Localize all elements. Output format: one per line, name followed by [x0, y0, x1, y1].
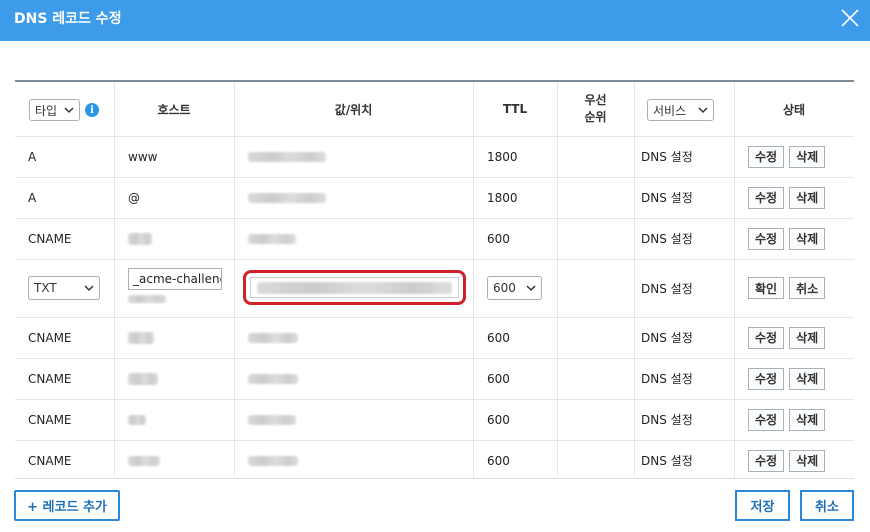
chevron-down-icon	[84, 285, 94, 292]
record-actions: 수정 삭제	[748, 440, 826, 481]
dialog-titlebar: DNS 레코드 수정	[0, 0, 870, 41]
header-ttl: TTL	[502, 102, 528, 116]
record-service: DNS 설정	[641, 281, 693, 296]
record-type: A	[28, 190, 37, 205]
save-button[interactable]: 저장	[735, 490, 790, 521]
record-host-redacted	[128, 218, 152, 259]
record-actions: 수정 삭제	[748, 317, 826, 358]
cancel-edit-button[interactable]: 취소	[789, 277, 826, 299]
record-type: CNAME	[28, 371, 72, 386]
record-actions: 수정 삭제	[748, 177, 826, 218]
host-cell: _acme-challenge	[128, 268, 222, 303]
delete-button[interactable]: 삭제	[789, 326, 826, 349]
chevron-down-icon	[64, 107, 74, 114]
ttl-select[interactable]: 600	[487, 276, 542, 300]
value-input-redacted	[257, 281, 452, 294]
edit-button[interactable]: 수정	[748, 186, 785, 209]
edit-button[interactable]: 수정	[748, 227, 785, 250]
edit-button[interactable]: 수정	[748, 408, 785, 431]
type-filter-label: 타입	[35, 103, 58, 118]
record-value-redacted	[248, 317, 298, 358]
header-status: 상태	[782, 102, 806, 117]
record-service: DNS 설정	[641, 372, 693, 386]
type-cell: TXT	[28, 259, 100, 317]
ttl-select-value: 600	[493, 281, 516, 295]
delete-button[interactable]: 삭제	[789, 227, 826, 250]
dialog-title: DNS 레코드 수정	[14, 11, 122, 27]
record-service: DNS 설정	[641, 413, 693, 427]
record-value-redacted	[248, 218, 296, 259]
record-actions: 수정 삭제	[748, 136, 826, 177]
header-priority-line2: 순위	[584, 110, 607, 124]
close-icon[interactable]	[838, 6, 862, 30]
chevron-down-icon	[698, 107, 708, 114]
value-input[interactable]	[250, 277, 459, 298]
record-service: DNS 설정	[641, 232, 693, 246]
record-ttl: 600	[487, 231, 510, 246]
record-actions: 수정 삭제	[748, 218, 826, 259]
record-service: DNS 설정	[641, 454, 693, 468]
record-type-select-value: TXT	[34, 281, 57, 295]
record-actions: 수정 삭제	[748, 358, 826, 399]
record-host-redacted	[128, 358, 158, 399]
service-filter-select[interactable]: 서비스	[647, 99, 714, 121]
record-value-redacted	[248, 358, 298, 399]
record-type: CNAME	[28, 231, 72, 246]
info-icon[interactable]: i	[85, 103, 99, 117]
record-host: www	[128, 149, 158, 164]
type-filter-select[interactable]: 타입	[29, 99, 80, 121]
record-service: DNS 설정	[641, 191, 693, 205]
record-host-redacted	[128, 440, 160, 481]
record-ttl: 600	[487, 453, 510, 468]
type-filter-cell: 타입 i	[29, 98, 99, 122]
record-ttl: 600	[487, 330, 510, 345]
record-value-redacted	[248, 440, 298, 481]
record-host-redacted	[128, 317, 154, 358]
edit-button[interactable]: 수정	[748, 367, 785, 390]
cancel-button[interactable]: 취소	[800, 490, 854, 521]
header-value: 값/위치	[334, 102, 373, 117]
host-input[interactable]: _acme-challenge	[128, 268, 222, 290]
service-filter-cell: 서비스	[647, 98, 714, 122]
ttl-cell: 600	[487, 259, 542, 317]
record-ttl: 1800	[487, 190, 518, 205]
confirm-button[interactable]: 확인	[748, 277, 785, 299]
header-host: 호스트	[157, 102, 191, 117]
delete-button[interactable]: 삭제	[789, 186, 826, 209]
record-type: A	[28, 149, 37, 164]
chevron-down-icon	[526, 285, 536, 292]
record-value-redacted	[248, 399, 296, 440]
delete-button[interactable]: 삭제	[789, 367, 826, 390]
edit-button[interactable]: 수정	[748, 145, 785, 168]
record-type: CNAME	[28, 412, 72, 427]
edit-button[interactable]: 수정	[748, 449, 785, 472]
record-ttl: 600	[487, 371, 510, 386]
record-service: DNS 설정	[641, 150, 693, 164]
delete-button[interactable]: 삭제	[789, 449, 826, 472]
edit-button[interactable]: 수정	[748, 326, 785, 349]
record-value-redacted	[248, 177, 326, 218]
record-type-select[interactable]: TXT	[28, 276, 100, 300]
record-host-redacted	[128, 399, 146, 440]
record-ttl: 1800	[487, 149, 518, 164]
record-ttl: 600	[487, 412, 510, 427]
header-priority: 우선 순위	[557, 82, 634, 136]
service-filter-label: 서비스	[653, 103, 687, 118]
record-type: CNAME	[28, 453, 72, 468]
record-actions: 수정 삭제	[748, 399, 826, 440]
record-actions: 확인 취소	[748, 259, 826, 317]
delete-button[interactable]: 삭제	[789, 408, 826, 431]
header-priority-line1: 우선	[584, 93, 607, 107]
record-host: @	[128, 190, 140, 205]
record-value-redacted	[248, 136, 326, 177]
record-type: CNAME	[28, 330, 72, 345]
host-input-redacted	[128, 295, 166, 303]
add-record-button[interactable]: + 레코드 추가	[14, 490, 120, 521]
value-input-highlight	[243, 270, 466, 305]
delete-button[interactable]: 삭제	[789, 145, 826, 168]
record-service: DNS 설정	[641, 331, 693, 345]
